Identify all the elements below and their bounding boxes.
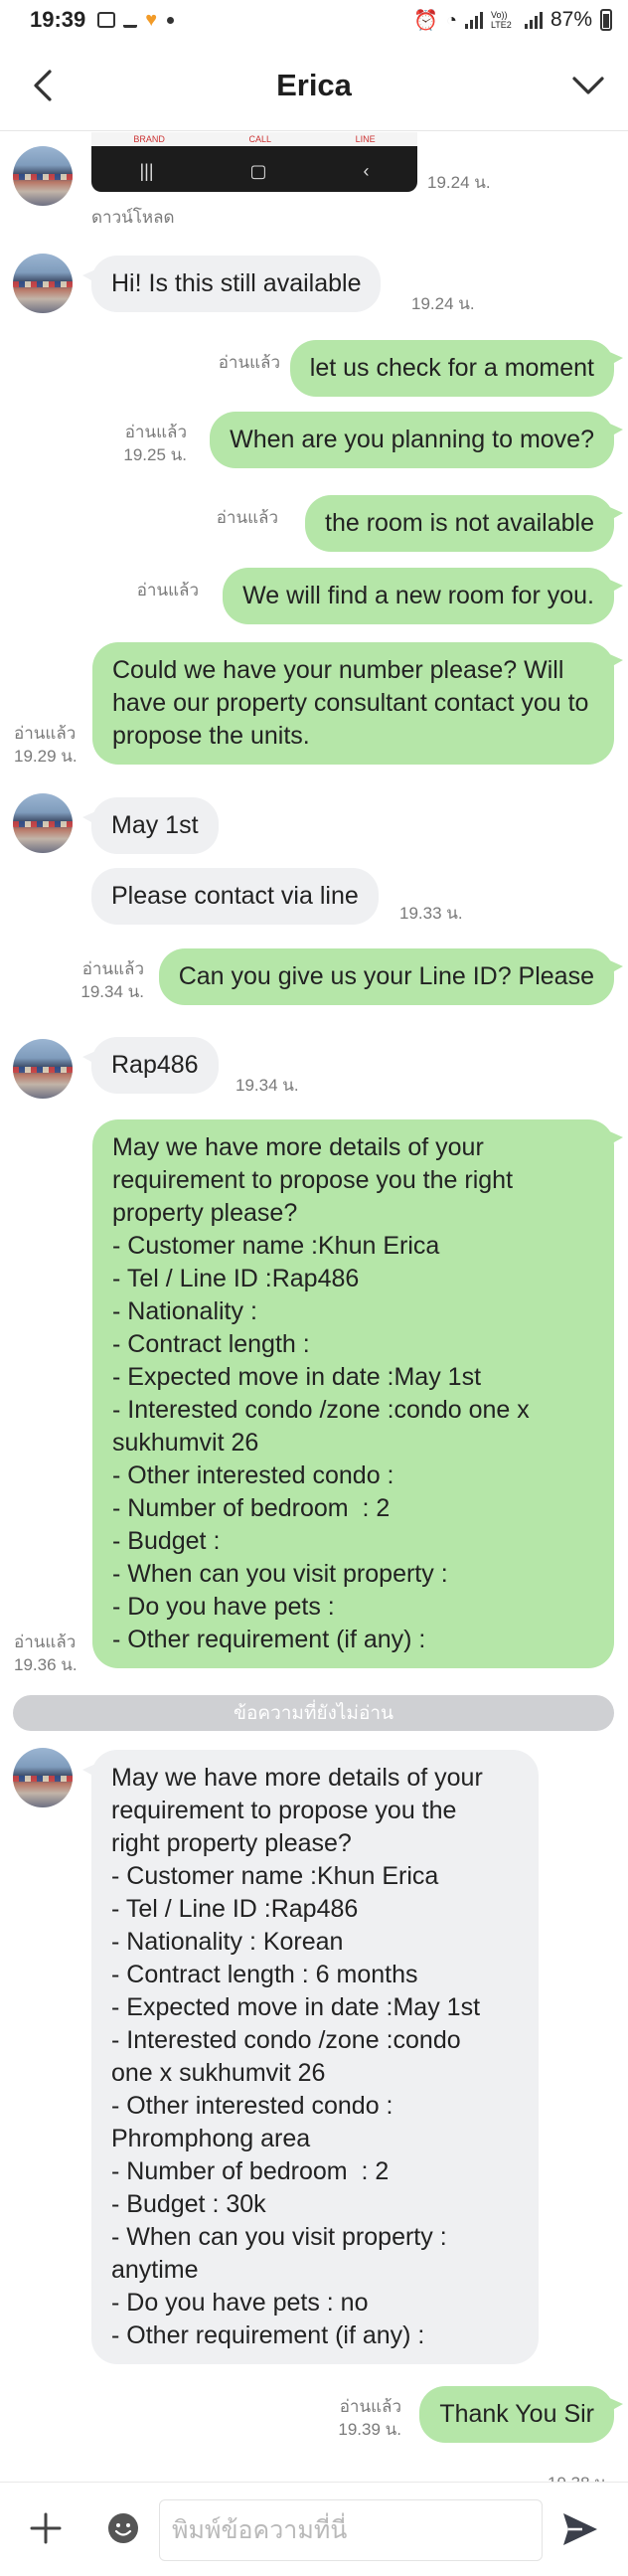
avatar[interactable]: [13, 146, 73, 206]
read-receipt: อ่านแล้ว: [14, 1632, 77, 1651]
thumbnail-navbar: ||| ▢ ‹: [91, 156, 417, 186]
status-time: 19:39: [30, 7, 86, 32]
read-receipt: อ่านแล้ว: [136, 581, 199, 600]
thumbnail-tabs: BRAND CALL LINE: [91, 132, 417, 146]
message-bubble[interactable]: We will find a new room for you.: [223, 568, 623, 624]
read-receipt: อ่านแล้ว: [124, 423, 187, 441]
chat-screen: 19:39 ♥ ⏰ ◔ Vo)) LTE2 87% Erica BRAND CA…: [0, 0, 628, 2576]
message-bubble[interactable]: Thank You Sir: [419, 2386, 623, 2443]
status-right: ⏰ ◔ Vo)) LTE2 87%: [413, 8, 612, 33]
message-time: 19.38 น.: [548, 2473, 611, 2482]
download-notification-icon: [123, 12, 138, 28]
message-input[interactable]: [159, 2499, 543, 2561]
avatar[interactable]: [13, 254, 73, 313]
message-bubble[interactable]: May we have more details of your require…: [92, 1119, 623, 1668]
send-icon[interactable]: [560, 2510, 600, 2548]
image-message[interactable]: BRAND CALL LINE ||| ▢ ‹: [91, 132, 417, 192]
more-notifications-icon: [167, 16, 175, 24]
message-bubble[interactable]: Could we have your number please? Will h…: [92, 642, 623, 765]
emoji-icon[interactable]: [105, 2510, 141, 2546]
thumbnail-tab: LINE: [355, 134, 376, 144]
wifi-icon: ◔: [446, 9, 457, 30]
status-bar: 19:39 ♥ ⏰ ◔ Vo)) LTE2 87%: [0, 0, 628, 40]
network-label: Vo)) LTE2: [490, 10, 512, 30]
download-label[interactable]: ดาวน์โหลด: [91, 207, 175, 228]
recents-icon: |||: [139, 160, 154, 181]
message-time: 19.36 น.: [14, 1655, 78, 1674]
message-bubble[interactable]: the room is not available: [305, 495, 623, 552]
message-list[interactable]: BRAND CALL LINE ||| ▢ ‹ 19.24 น. ดาวน์โห…: [0, 132, 628, 2482]
app-notification-icon: ♥: [145, 8, 158, 31]
alarm-icon: ⏰: [413, 9, 439, 32]
message-bubble[interactable]: Can you give us your Line ID? Please: [158, 948, 624, 1005]
avatar[interactable]: [13, 1748, 73, 1807]
read-receipt: อ่านแล้ว: [14, 724, 77, 743]
read-receipt: อ่านแล้ว: [216, 508, 278, 527]
unread-divider: ข้อความที่ยังไม่อ่าน: [13, 1695, 614, 1731]
thumbnail-tab: CALL: [248, 134, 271, 144]
message-time: 19.34 น.: [236, 1076, 299, 1095]
signal-2-icon: [524, 11, 543, 29]
message-time: 19.39 น.: [338, 2420, 401, 2439]
read-receipt: อ่านแล้ว: [218, 353, 280, 372]
signal-icon: [464, 11, 483, 29]
message-time: 19.25 น.: [123, 445, 187, 464]
message-bubble[interactable]: When are you planning to move?: [210, 412, 623, 468]
thumbnail-tab: BRAND: [133, 134, 165, 144]
battery-icon: [600, 9, 612, 31]
read-receipt: อ่านแล้ว: [339, 2397, 401, 2416]
chat-title: Erica: [276, 67, 352, 102]
message-time: 19.34 น.: [80, 982, 144, 1001]
message-bubble[interactable]: Rap486: [82, 1037, 219, 1094]
plus-icon[interactable]: [28, 2510, 64, 2546]
message-row: BRAND CALL LINE ||| ▢ ‹ 19.24 น. ดาวน์โห…: [0, 132, 628, 227]
read-receipt: อ่านแล้ว: [81, 959, 144, 978]
battery-percent: 87%: [550, 8, 592, 31]
message-input-bar: [0, 2482, 628, 2576]
message-bubble[interactable]: Hi! Is this still available: [81, 256, 382, 312]
message-bubble[interactable]: let us check for a moment: [289, 340, 624, 397]
gallery-notification-icon: [97, 12, 116, 28]
message-time: 19.33 น.: [399, 904, 463, 923]
chevron-down-icon[interactable]: [568, 66, 608, 105]
chat-header: Erica: [0, 40, 628, 131]
message-time: 19.24 น.: [411, 294, 475, 313]
message-bubble[interactable]: May 1st: [82, 797, 219, 854]
home-icon: ▢: [249, 160, 267, 181]
message-bubble[interactable]: May we have more details of your require…: [82, 1750, 539, 2364]
avatar[interactable]: [13, 793, 73, 853]
back-icon: ‹: [363, 160, 370, 181]
message-time: 19.24 น.: [427, 173, 491, 192]
message-time: 19.29 น.: [14, 747, 78, 766]
avatar[interactable]: [13, 1039, 73, 1099]
message-bubble[interactable]: Please contact via line: [91, 868, 379, 925]
chevron-left-icon[interactable]: [24, 66, 64, 105]
